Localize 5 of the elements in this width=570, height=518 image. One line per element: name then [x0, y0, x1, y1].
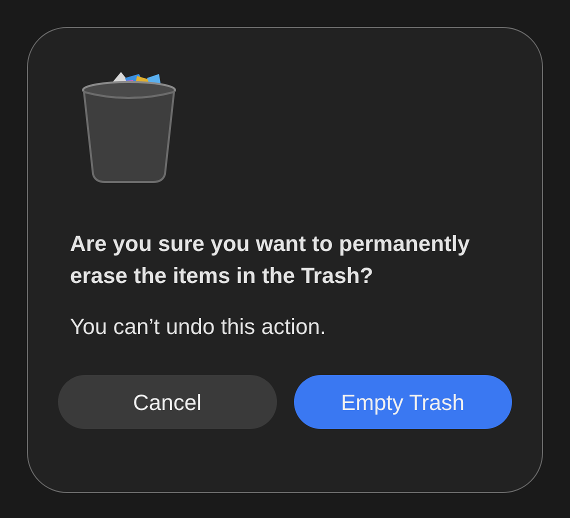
cancel-button[interactable]: Cancel	[58, 375, 276, 429]
primary-button[interactable]: Empty Trash	[294, 375, 512, 429]
trash-icon	[81, 70, 177, 184]
dialog-message: You can’t undo this action.	[69, 313, 328, 341]
dialog-title: Are you sure you want to permanently erase the items in the Trash?	[69, 230, 471, 290]
